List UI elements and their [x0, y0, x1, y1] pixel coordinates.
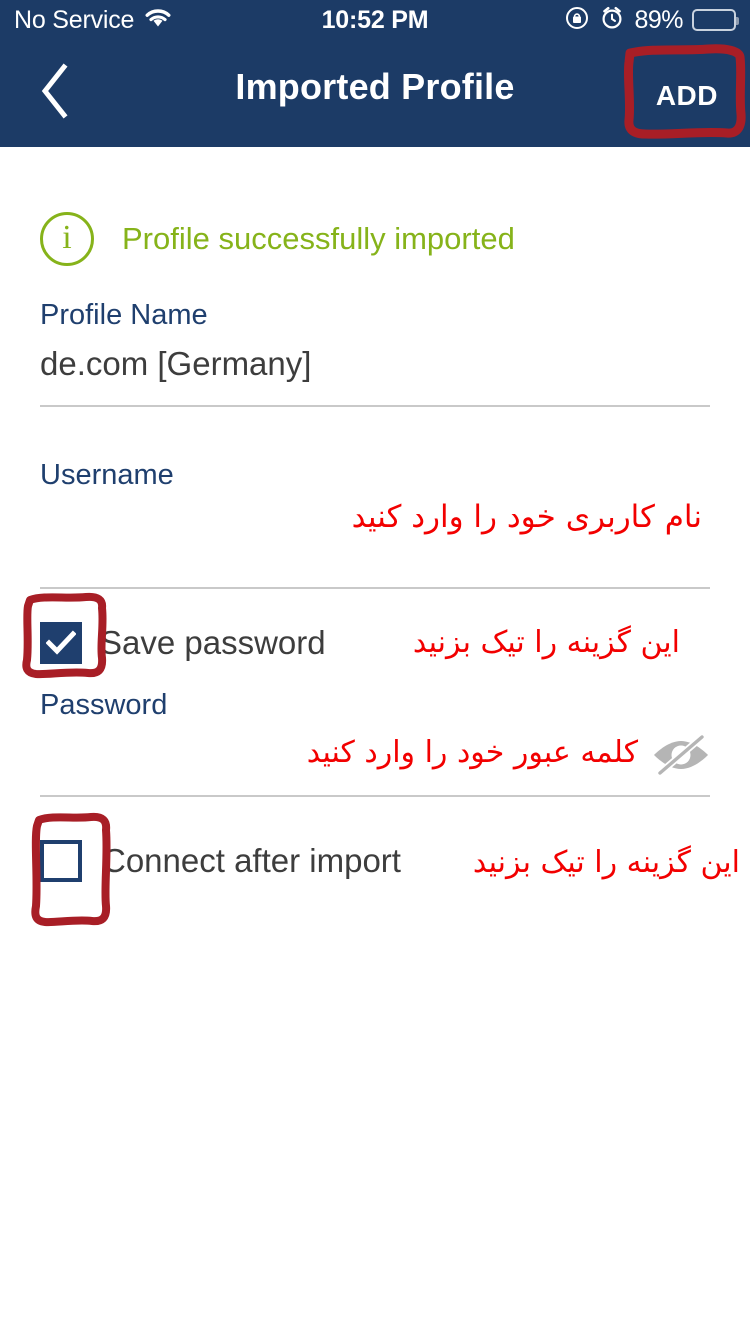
navigation-bar: Imported Profile ADD — [0, 40, 750, 147]
connect-after-import-checkbox[interactable] — [40, 840, 82, 882]
divider-password — [40, 795, 710, 797]
page-title: Imported Profile — [235, 66, 515, 107]
profile-name-value[interactable]: de.com [Germany] — [40, 345, 311, 383]
wifi-icon — [143, 6, 173, 35]
annotation-password-hint: کلمه عبور خود را وارد کنید — [306, 735, 638, 770]
annotation-save-password-hint: این گزینه را تیک بزنید — [412, 625, 680, 660]
import-status-message: Profile successfully imported — [122, 221, 515, 256]
divider-profile-name — [40, 405, 710, 407]
status-bar: No Service 10:52 PM 89% — [0, 0, 750, 40]
rotation-lock-icon — [564, 5, 590, 36]
import-status-row: i Profile successfully imported — [40, 212, 515, 266]
username-label: Username — [40, 459, 174, 491]
checkmark-icon — [46, 630, 76, 655]
battery-percent-label: 89% — [634, 5, 683, 34]
carrier-label: No Service — [14, 5, 135, 34]
profile-name-label: Profile Name — [40, 299, 208, 331]
status-bar-right: 89% — [564, 5, 739, 36]
annotation-username-hint: نام کاربری خود را وارد کنید — [351, 499, 702, 535]
alarm-clock-icon — [599, 5, 625, 36]
save-password-row[interactable]: Save password — [40, 622, 326, 664]
save-password-label: Save password — [100, 624, 326, 661]
divider-username — [40, 587, 710, 589]
status-bar-left: No Service — [14, 6, 173, 35]
connect-after-import-row[interactable]: Connect after import — [40, 840, 401, 882]
connect-after-import-label: Connect after import — [102, 842, 401, 879]
password-label: Password — [40, 689, 168, 721]
info-circle-icon: i — [40, 212, 94, 266]
eye-slash-icon[interactable] — [652, 733, 710, 777]
add-button[interactable]: ADD — [646, 72, 728, 120]
annotation-connect-hint: این گزینه را تیک بزنید — [472, 845, 740, 880]
main-content: i Profile successfully imported Profile … — [0, 147, 750, 1334]
save-password-checkbox[interactable] — [40, 622, 82, 664]
info-letter: i — [62, 219, 72, 256]
battery-charging-icon — [692, 9, 739, 31]
